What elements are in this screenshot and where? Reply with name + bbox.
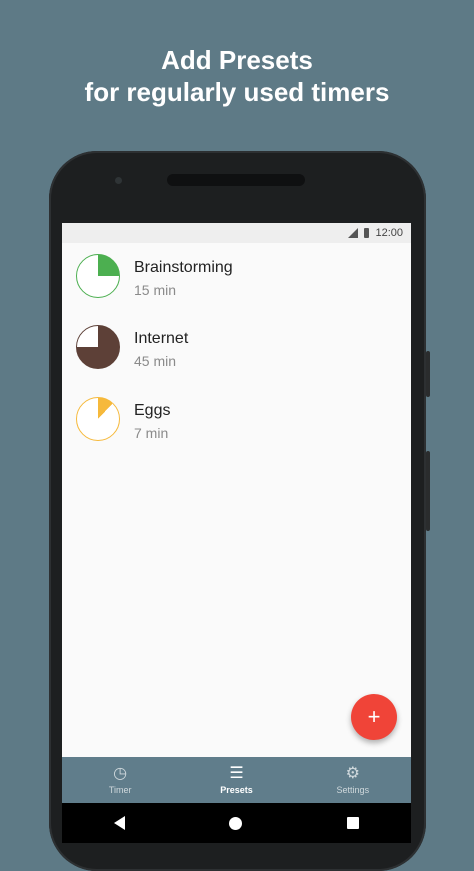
preset-pie-icon [76, 254, 120, 298]
recents-icon[interactable] [346, 817, 359, 829]
headline-line-2: for regularly used timers [84, 77, 390, 107]
tab-timer-label: Timer [108, 784, 132, 795]
home-icon[interactable] [229, 816, 243, 830]
tab-presets[interactable]: ☰ Presets [178, 757, 294, 803]
tab-settings[interactable]: ⚙ Settings [295, 757, 411, 803]
preset-item-internet[interactable]: Internet 45 min [62, 316, 411, 380]
tab-settings-label: Settings [336, 784, 370, 795]
preset-name: Internet [134, 330, 189, 347]
back-icon[interactable] [114, 816, 126, 830]
preset-name: Eggs [134, 402, 171, 419]
power-button [426, 351, 430, 397]
earpiece-speaker [167, 174, 305, 186]
signal-icon [348, 228, 359, 238]
tab-presets-label: Presets [220, 784, 253, 795]
app-screen: 12:00 Brainstorming 15 min Internet 45 m… [62, 223, 411, 803]
preset-item-eggs[interactable]: Eggs 7 min [62, 388, 411, 452]
volume-button [426, 451, 430, 531]
status-bar: 12:00 [62, 223, 411, 243]
headline: Add Presets for regularly used timers [0, 44, 474, 108]
status-time: 12:00 [375, 227, 403, 239]
preset-pie-icon [76, 397, 120, 441]
tab-timer[interactable]: ◷ Timer [62, 757, 178, 803]
preset-duration: 15 min [134, 282, 177, 298]
list-icon: ☰ [229, 764, 244, 782]
preset-pie-icon [76, 325, 120, 369]
front-camera [115, 177, 122, 184]
system-navigation-bar [62, 803, 411, 843]
phone-frame: 12:00 Brainstorming 15 min Internet 45 m… [49, 151, 430, 871]
gear-icon: ⚙ [345, 764, 360, 782]
headline-line-1: Add Presets [161, 45, 313, 75]
add-preset-button[interactable]: + [351, 694, 397, 740]
clock-icon: ◷ [113, 764, 128, 782]
preset-duration: 7 min [134, 425, 169, 441]
battery-icon [364, 228, 370, 238]
bottom-navigation: ◷ Timer ☰ Presets ⚙ Settings [62, 757, 411, 803]
preset-duration: 45 min [134, 353, 177, 369]
preset-item-brainstorming[interactable]: Brainstorming 15 min [62, 245, 411, 309]
preset-name: Brainstorming [134, 259, 233, 276]
